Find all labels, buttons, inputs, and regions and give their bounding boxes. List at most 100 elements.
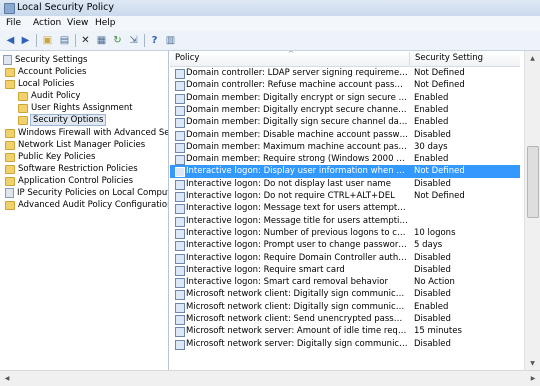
policy-icon <box>175 204 185 215</box>
policy-icon <box>175 315 185 325</box>
table-row[interactable]: Interactive logon: Smart card removal be… <box>170 276 520 289</box>
folder-icon <box>18 103 28 113</box>
policy-icon <box>175 265 185 276</box>
tree-item-network-list-manager[interactable]: Network List Manager Policies <box>5 139 145 151</box>
table-row-selected[interactable]: Interactive logon: Display user informat… <box>170 165 520 178</box>
tree-item-public-key-policies[interactable]: Public Key Policies <box>5 151 95 163</box>
folder-open-icon <box>18 115 28 125</box>
table-row[interactable]: Microsoft network server: Digitally sign… <box>170 338 520 350</box>
table-row[interactable]: Microsoft network client: Digitally sign… <box>170 288 520 301</box>
tree-item-application-control[interactable]: Application Control Policies <box>5 175 133 187</box>
export-icon[interactable]: ⇲ <box>127 34 140 47</box>
policy-icon <box>175 339 185 350</box>
tree-item-security-options[interactable]: Security Options <box>18 114 107 126</box>
menu-view[interactable]: View <box>67 18 88 28</box>
policy-icon <box>175 216 185 227</box>
up-folder-icon[interactable]: ▣ <box>41 34 54 47</box>
table-row[interactable]: Domain member: Digitally sign secure cha… <box>170 116 520 129</box>
table-row[interactable]: Interactive logon: Require Domain Contro… <box>170 252 520 264</box>
table-row[interactable]: Interactive logon: Prompt user to change… <box>170 239 520 252</box>
tree-item-security-settings[interactable]: Security Settings <box>3 54 87 66</box>
help-icon[interactable]: ? <box>148 34 161 47</box>
table-row[interactable]: Domain member: Digitally encrypt or sign… <box>170 92 520 104</box>
back-icon[interactable]: ◀ <box>4 34 17 47</box>
menu-help[interactable]: Help <box>95 18 116 28</box>
ip-security-icon <box>5 188 14 198</box>
folder-icon <box>18 91 28 101</box>
menu-file[interactable]: File <box>6 18 21 28</box>
tree-item-software-restriction[interactable]: Software Restriction Policies <box>5 163 138 175</box>
properties-icon[interactable]: ▦ <box>95 34 108 47</box>
scroll-up-icon[interactable]: ▲ <box>525 51 540 65</box>
tree-item-user-rights-assignment[interactable]: User Rights Assignment <box>18 102 133 114</box>
show-hide-tree-icon[interactable]: ▤ <box>58 34 71 47</box>
tree-item-windows-firewall[interactable]: Windows Firewall with Advanced Security <box>5 127 168 139</box>
table-row[interactable]: Domain member: Maximum machine account p… <box>170 141 520 153</box>
delete-icon[interactable]: ✕ <box>79 34 92 47</box>
policy-icon <box>175 302 185 313</box>
table-row[interactable]: Interactive logon: Message title for use… <box>170 215 520 227</box>
table-row[interactable]: Interactive logon: Message text for user… <box>170 202 520 215</box>
table-row[interactable]: Interactive logon: Number of previous lo… <box>170 227 520 239</box>
policy-icon <box>175 327 185 338</box>
tree-item-local-policies[interactable]: Local Policies <box>5 78 74 90</box>
table-row[interactable]: Domain member: Disable machine account p… <box>170 129 520 141</box>
tree-item-audit-policy[interactable]: Audit Policy <box>18 90 80 102</box>
scroll-down-icon[interactable]: ▼ <box>525 356 540 370</box>
folder-icon <box>5 200 15 210</box>
security-settings-icon <box>3 55 12 65</box>
column-header: Policy ^ Security Setting <box>170 51 520 67</box>
table-row[interactable]: Microsoft network server: Amount of idle… <box>170 325 520 338</box>
scroll-left-icon[interactable]: ◀ <box>0 371 14 386</box>
policy-icon <box>175 142 185 153</box>
policy-icon <box>175 93 185 104</box>
horizontal-scrollbar[interactable]: ◀ ▶ <box>0 370 540 386</box>
tree-item-account-policies[interactable]: Account Policies <box>5 66 86 78</box>
policy-icon <box>175 155 185 166</box>
menu-bar: File Action View Help <box>0 16 540 31</box>
folder-icon <box>5 140 15 150</box>
sort-ascending-icon: ^ <box>288 51 294 58</box>
folder-icon <box>5 164 15 174</box>
table-row[interactable]: Interactive logon: Do not require CTRL+A… <box>170 190 520 202</box>
policy-icon <box>175 167 185 178</box>
policy-icon <box>175 192 185 202</box>
table-row[interactable]: Domain member: Digitally encrypt secure … <box>170 104 520 116</box>
forward-icon[interactable]: ▶ <box>19 34 32 47</box>
policy-icon <box>175 228 185 239</box>
app-icon <box>4 3 15 14</box>
vertical-scrollbar[interactable]: ▲ ▼ <box>524 51 540 370</box>
details-pane: Policy ^ Security Setting Domain control… <box>170 51 540 370</box>
policy-icon <box>175 81 185 92</box>
policy-icon <box>175 118 185 129</box>
policy-icon <box>175 69 185 79</box>
policy-icon <box>175 241 185 252</box>
policy-icon <box>175 105 185 116</box>
title-bar: Local Security Policy <box>0 0 540 16</box>
table-row[interactable]: Microsoft network client: Send unencrypt… <box>170 313 520 325</box>
policy-icon <box>175 130 185 141</box>
table-row[interactable]: Domain member: Require strong (Windows 2… <box>170 153 520 166</box>
folder-icon <box>5 152 15 162</box>
table-row[interactable]: Interactive logon: Require smart card Dis… <box>170 264 520 276</box>
column-security-setting[interactable]: Security Setting <box>410 51 523 66</box>
scrollbar-thumb[interactable] <box>527 146 539 218</box>
tree-item-advanced-audit[interactable]: Advanced Audit Policy Configuration <box>5 199 168 211</box>
window-title: Local Security Policy <box>17 2 114 13</box>
toolbar: ◀ ▶ ▣ ▤ ✕ ▦ ↻ ⇲ ? ▥ <box>0 31 540 51</box>
view-icon[interactable]: ▥ <box>164 34 177 47</box>
refresh-icon[interactable]: ↻ <box>111 34 124 47</box>
firewall-icon <box>5 128 15 138</box>
table-row[interactable]: Microsoft network client: Digitally sign… <box>170 301 520 313</box>
policy-icon <box>175 253 185 264</box>
scroll-right-icon[interactable]: ▶ <box>526 371 540 386</box>
table-row[interactable]: Domain controller: LDAP server signing r… <box>170 67 520 79</box>
folder-icon <box>5 67 15 77</box>
tree-pane: Security Settings ▷ Account Policies Loc… <box>0 51 169 370</box>
policy-icon <box>175 290 185 301</box>
policy-icon <box>175 278 185 289</box>
table-row[interactable]: Domain controller: Refuse machine accoun… <box>170 79 520 92</box>
menu-action[interactable]: Action <box>33 18 61 28</box>
tree-item-ip-security[interactable]: IP Security Policies on Local Computer <box>5 187 168 199</box>
table-row[interactable]: Interactive logon: Do not display last u… <box>170 178 520 190</box>
